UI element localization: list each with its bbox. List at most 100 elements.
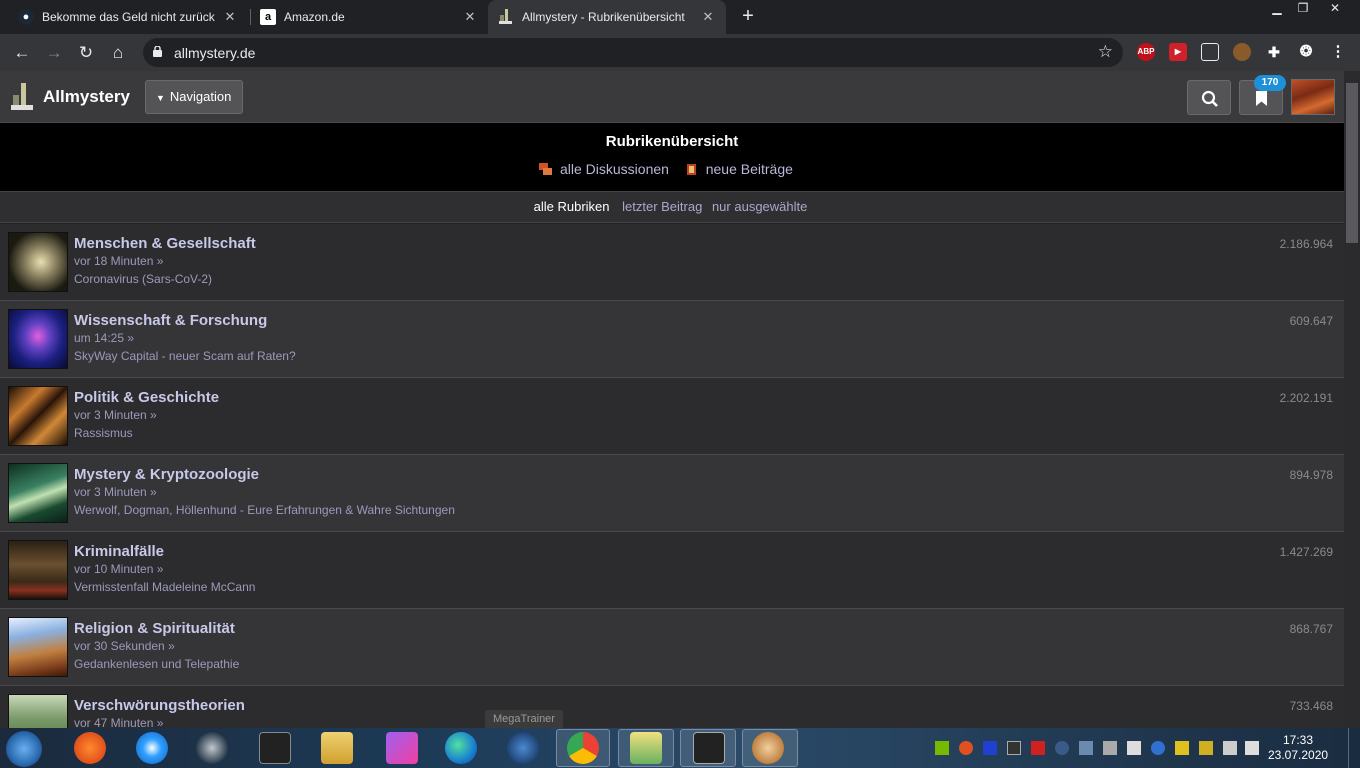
avira-tray-icon[interactable] [1031, 741, 1045, 755]
volume-icon[interactable] [1245, 741, 1259, 755]
address-bar[interactable]: allmystery.de ☆ [143, 38, 1123, 67]
bluetooth-icon[interactable] [1151, 741, 1165, 755]
megatrainer-icon[interactable] [507, 732, 539, 764]
scrollbar-thumb[interactable] [1346, 83, 1358, 243]
tab-allmystery[interactable]: Allmystery - Rubrikenübersicht ✕ [488, 0, 726, 34]
malwarebytes-tray-icon[interactable] [983, 741, 997, 755]
uplay-icon[interactable] [136, 732, 168, 764]
bookmark-star-icon[interactable]: ☆ [1098, 42, 1113, 62]
filter-selected-only[interactable]: nur ausgewählte [712, 199, 807, 214]
caret-down-icon: ▼ [156, 93, 165, 103]
close-icon[interactable]: ✕ [222, 9, 238, 25]
new-posts-link[interactable]: neue Beiträge [706, 161, 793, 177]
category-title[interactable]: Menschen & Gesellschaft [74, 235, 256, 252]
category-thumbnail[interactable] [8, 309, 68, 369]
menu-dots-icon[interactable]: ⋮ [1329, 43, 1347, 61]
clock-date: 23.07.2020 [1268, 748, 1329, 762]
reload-icon[interactable]: ↻ [74, 41, 98, 65]
filter-last-post[interactable]: letzter Beitrag [622, 199, 702, 214]
category-thumbnail[interactable] [8, 463, 68, 523]
category-row[interactable]: Mystery & Kryptozoologie vor 3 Minuten »… [0, 455, 1344, 532]
category-last-post-time[interactable]: vor 3 Minuten » [74, 485, 157, 499]
nvidia-tray-icon[interactable] [935, 741, 949, 755]
display-tray-icon[interactable] [1223, 741, 1237, 755]
extension-glasses-icon[interactable] [1201, 43, 1219, 61]
category-last-post-time[interactable]: vor 10 Minuten » [74, 562, 163, 576]
folder-icon[interactable] [630, 732, 662, 764]
epic-games-icon[interactable] [259, 732, 291, 764]
start-button-icon[interactable] [6, 731, 42, 767]
profile-triskele-icon[interactable]: ❂ [1297, 43, 1315, 61]
wtfast-icon[interactable] [386, 732, 418, 764]
category-row[interactable]: Wissenschaft & Forschung um 14:25 » SkyW… [0, 301, 1344, 378]
edge-icon[interactable] [445, 732, 477, 764]
origin-icon[interactable] [74, 732, 106, 764]
category-latest-topic[interactable]: Gedankenlesen und Telepathie [74, 657, 239, 671]
category-row[interactable]: Kriminalfälle vor 10 Minuten » Vermisste… [0, 532, 1344, 609]
category-title[interactable]: Politik & Geschichte [74, 389, 219, 406]
user-avatar[interactable] [1291, 79, 1335, 115]
paint-icon[interactable] [752, 732, 784, 764]
extension-red-play-icon[interactable]: ▶ [1169, 43, 1187, 61]
category-last-post-time[interactable]: vor 30 Sekunden » [74, 639, 175, 653]
category-thumbnail[interactable] [8, 540, 68, 600]
category-latest-topic[interactable]: Rassismus [74, 426, 133, 440]
chrome-icon[interactable] [567, 732, 599, 764]
steam-tray-icon[interactable] [1055, 741, 1069, 755]
settings-tray-icon[interactable] [1103, 741, 1117, 755]
clock-time: 17:33 [1282, 733, 1314, 747]
forward-icon[interactable]: → [42, 41, 66, 65]
home-icon[interactable]: ⌂ [106, 41, 130, 65]
tray-app-icon[interactable] [959, 741, 973, 755]
site-title[interactable]: Allmystery [43, 87, 130, 107]
category-thumbnail[interactable] [8, 617, 68, 677]
window-close-icon[interactable]: ✕ [1320, 0, 1350, 18]
category-title[interactable]: Verschwörungstheorien [74, 697, 245, 714]
search-button[interactable] [1187, 80, 1231, 115]
category-last-post-time[interactable]: vor 18 Minuten » [74, 254, 163, 268]
epic-tray-icon[interactable] [1007, 741, 1021, 755]
category-title[interactable]: Kriminalfälle [74, 543, 164, 560]
category-title[interactable]: Wissenschaft & Forschung [74, 312, 267, 329]
category-latest-topic[interactable]: Coronavirus (Sars-CoV-2) [74, 272, 212, 286]
page-scrollbar[interactable] [1344, 71, 1360, 728]
minimize-icon[interactable]: ▁ [1264, 0, 1290, 18]
category-row[interactable]: Menschen & Gesellschaft vor 18 Minuten »… [0, 224, 1344, 301]
all-discussions-link[interactable]: alle Diskussionen [560, 161, 669, 177]
site-header: Allmystery ▼ Navigation [0, 71, 1344, 123]
file-explorer-icon[interactable] [321, 732, 353, 764]
epic-games-running-icon[interactable] [693, 732, 725, 764]
show-desktop-button[interactable] [1348, 728, 1360, 768]
category-row[interactable]: Politik & Geschichte vor 3 Minuten » Ras… [0, 378, 1344, 455]
system-clock[interactable]: 17:33 23.07.2020 [1268, 733, 1328, 763]
steam-taskbar-icon[interactable] [196, 732, 228, 764]
category-title[interactable]: Mystery & Kryptozoologie [74, 466, 259, 483]
adblock-plus-icon[interactable]: ABP [1137, 43, 1155, 61]
category-title[interactable]: Religion & Spiritualität [74, 620, 235, 637]
category-post-count: 2.186.964 [1279, 237, 1333, 251]
category-row[interactable]: Religion & Spiritualität vor 30 Sekunden… [0, 609, 1344, 686]
back-icon[interactable]: ← [10, 41, 34, 65]
tray-media-icon[interactable] [1199, 741, 1213, 755]
navigation-dropdown[interactable]: ▼ Navigation [145, 80, 243, 114]
restore-icon[interactable]: ❐ [1290, 0, 1316, 18]
category-latest-topic[interactable]: SkyWay Capital - neuer Scam auf Raten? [74, 349, 296, 363]
close-icon[interactable]: ✕ [700, 9, 716, 25]
category-last-post-time[interactable]: vor 3 Minuten » [74, 408, 157, 422]
extensions-puzzle-icon[interactable]: ✚ [1265, 43, 1283, 61]
filter-all-categories[interactable]: alle Rubriken [534, 199, 610, 214]
network-tray-icon[interactable] [1079, 741, 1093, 755]
new-tab-icon[interactable]: + [738, 6, 758, 26]
category-thumbnail[interactable] [8, 386, 68, 446]
close-icon[interactable]: ✕ [462, 9, 478, 25]
site-logo-icon[interactable] [11, 83, 33, 111]
category-latest-topic[interactable]: Werwolf, Dogman, Höllenhund - Eure Erfah… [74, 503, 455, 517]
category-thumbnail[interactable] [8, 232, 68, 292]
tray-runner-icon[interactable] [1175, 741, 1189, 755]
action-center-flag-icon[interactable] [1127, 741, 1141, 755]
tab-amazon[interactable]: a Amazon.de ✕ [250, 0, 488, 34]
tab-steam[interactable]: ● Bekomme das Geld nicht zurück ✕ [8, 0, 248, 34]
category-last-post-time[interactable]: um 14:25 » [74, 331, 134, 345]
extension-badger-icon[interactable] [1233, 43, 1251, 61]
category-latest-topic[interactable]: Vermisstenfall Madeleine McCann [74, 580, 255, 594]
